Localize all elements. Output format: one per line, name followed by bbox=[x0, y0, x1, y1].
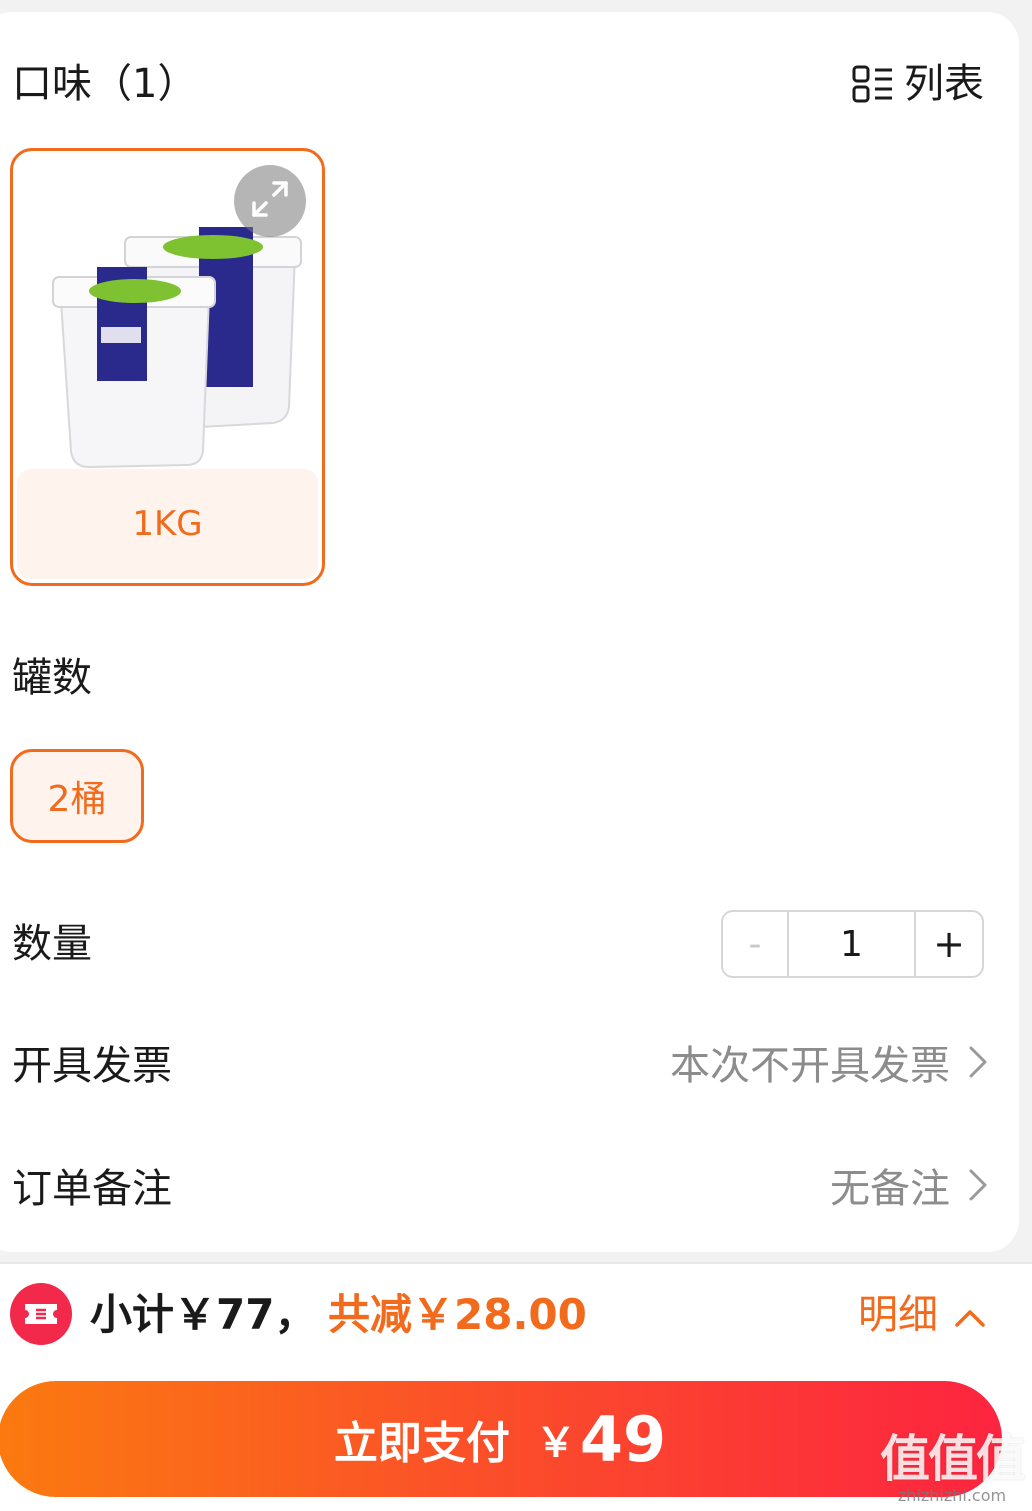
chevron-right-icon bbox=[968, 1163, 988, 1215]
sku-option-1kg[interactable]: 1KG bbox=[10, 148, 325, 586]
sku-option-label: 1KG bbox=[17, 469, 318, 579]
flavor-title: 口味（1） bbox=[12, 61, 198, 107]
quantity-increase-button[interactable]: + bbox=[916, 912, 982, 976]
pay-now-label: 立即支付 bbox=[333, 1418, 510, 1469]
quantity-stepper: - 1 + bbox=[721, 910, 984, 978]
invoice-value: 本次不开具发票 bbox=[670, 1043, 950, 1089]
quantity-input[interactable]: 1 bbox=[789, 912, 916, 976]
pay-currency: ￥ bbox=[535, 1420, 576, 1466]
pay-now-button[interactable]: 立即支付 ￥ 49 bbox=[0, 1381, 1002, 1497]
can-count-title: 罐数 bbox=[12, 655, 92, 701]
chevron-right-icon bbox=[968, 1040, 988, 1092]
view-toggle-button[interactable]: 列表 bbox=[852, 58, 984, 110]
expand-icon bbox=[248, 177, 292, 225]
can-count-option-2[interactable]: 2桶 bbox=[10, 749, 144, 843]
invoice-label: 开具发票 bbox=[12, 1043, 172, 1089]
order-note-selector[interactable]: 无备注 bbox=[830, 1163, 988, 1215]
order-note-value: 无备注 bbox=[830, 1166, 950, 1212]
view-toggle-label: 列表 bbox=[904, 61, 984, 107]
grid-list-icon bbox=[852, 64, 894, 104]
quantity-label: 数量 bbox=[12, 921, 92, 967]
watermark-logo-text: 值值值 bbox=[880, 1430, 1026, 1488]
pay-amount: 49 bbox=[579, 1402, 667, 1476]
watermark-url: zhizhizhi.com bbox=[897, 1486, 1007, 1505]
coupon-icon bbox=[10, 1283, 72, 1345]
chevron-up-icon bbox=[954, 1288, 986, 1342]
expand-image-button[interactable] bbox=[234, 165, 306, 237]
price-detail-label: 明细 bbox=[858, 1292, 938, 1338]
subtotal-text: 小计￥77， bbox=[90, 1290, 317, 1339]
invoice-selector[interactable]: 本次不开具发票 bbox=[670, 1040, 988, 1092]
watermark: 值值值 zhizhizhi.com bbox=[880, 1430, 1026, 1505]
order-note-label: 订单备注 bbox=[12, 1166, 172, 1212]
discount-text: 共减￥28.00 bbox=[328, 1290, 587, 1339]
page: 口味（1） 列表 1KG 罐数 2桶 数量 - 1 + 开具发票 本次不开具发票… bbox=[0, 0, 1032, 1511]
quantity-decrease-button[interactable]: - bbox=[723, 912, 789, 976]
price-detail-toggle[interactable]: 明细 bbox=[858, 1288, 986, 1342]
